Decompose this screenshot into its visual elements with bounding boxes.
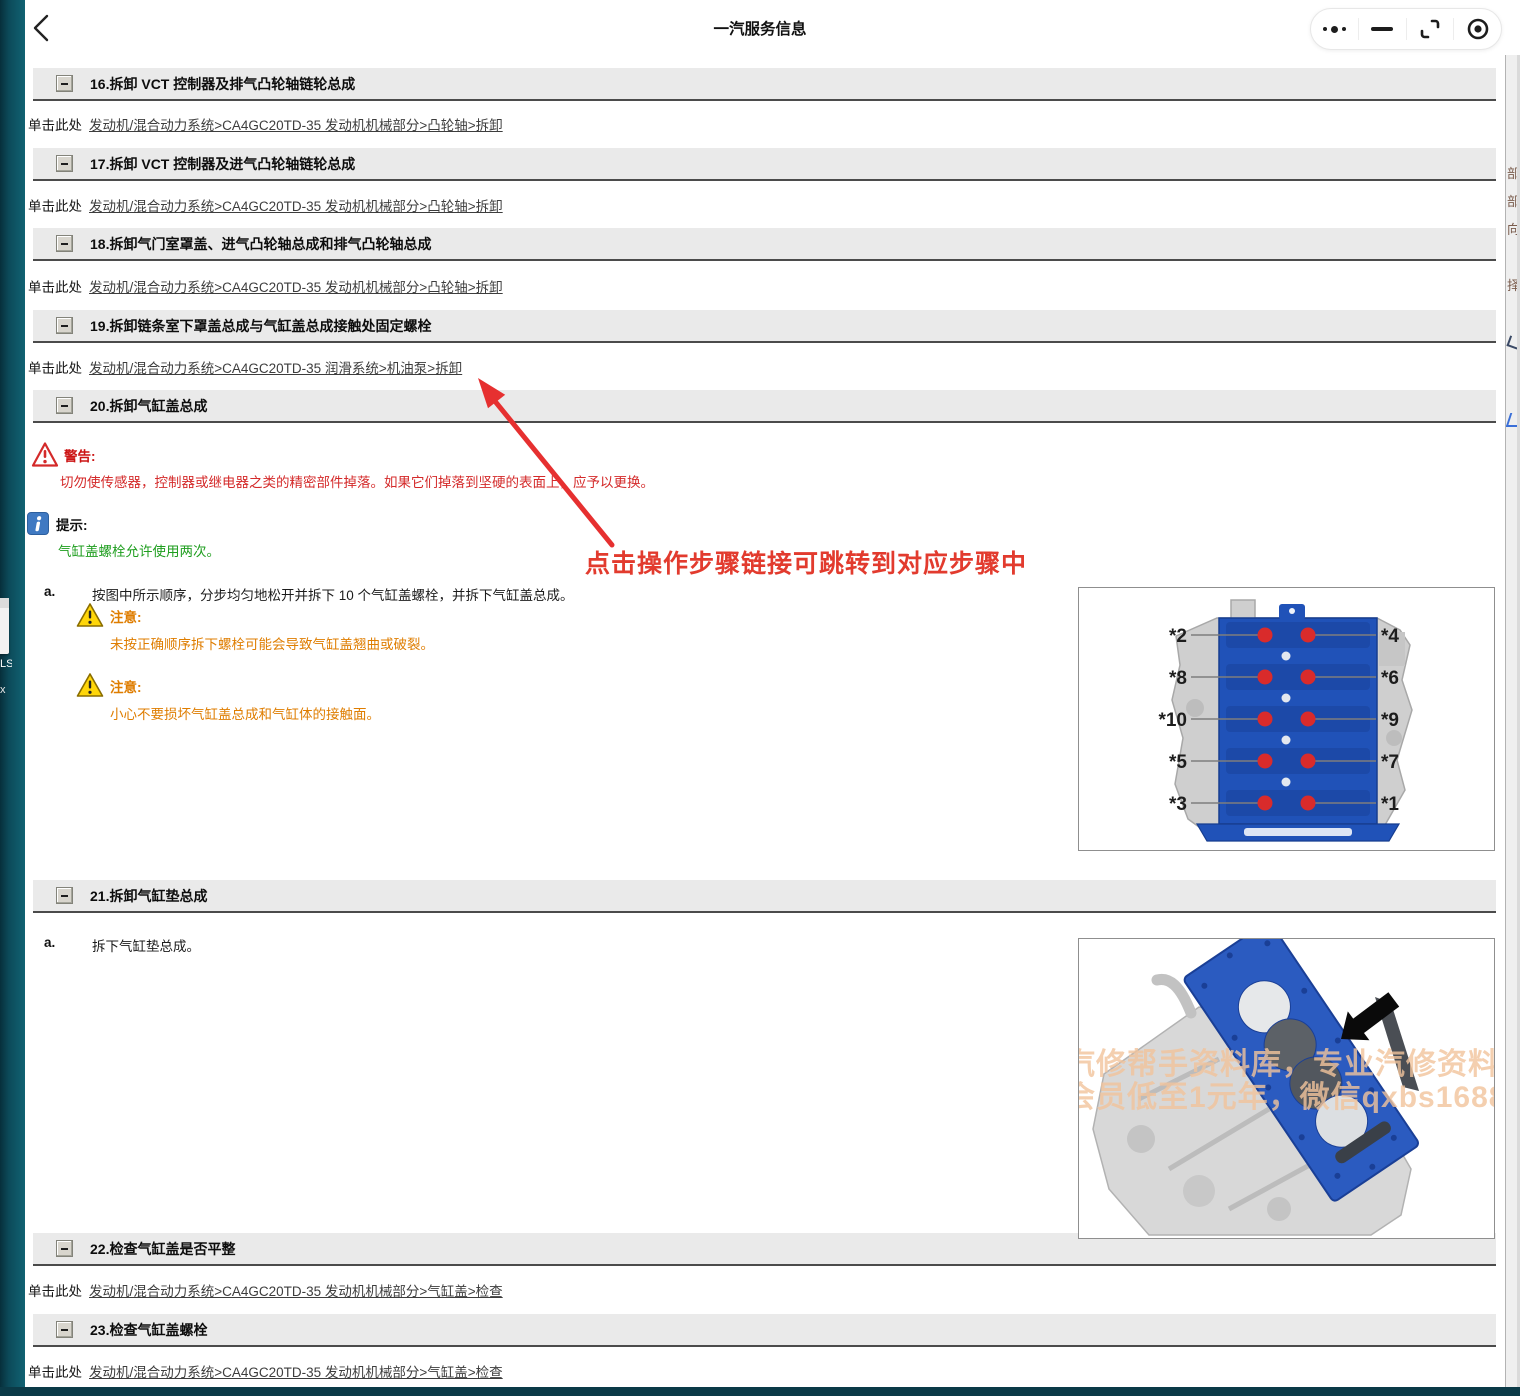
warning-label: 警告:	[64, 449, 96, 464]
section-title: 18.拆卸气门室罩盖、进气凸轮轴总成和排气凸轮轴总成	[90, 235, 432, 252]
section-header-19[interactable]: 19.拆卸链条室下罩盖总成与气缸盖总成接触处固定螺栓	[33, 310, 1496, 343]
procedure-link[interactable]: 发动机/混合动力系统>CA4GC20TD-35 发动机机械部分>凸轮轴>拆卸	[89, 280, 503, 295]
step-letter: a.	[44, 935, 56, 950]
bolt-label: *6	[1381, 668, 1399, 689]
bolt-label: *8	[1169, 668, 1187, 689]
chevron-left-icon	[33, 14, 49, 42]
head-gasket-figure: 汽修帮手资料库，专业汽修资料库 会员低至1元年，微信qxbs1688	[1078, 938, 1495, 1239]
desktop-background-left	[0, 0, 25, 1396]
desktop-file-label: LS	[0, 658, 12, 670]
section-title: 23.检查气缸盖螺栓	[90, 1321, 208, 1338]
procedure-link[interactable]: 发动机/混合动力系统>CA4GC20TD-35 发动机机械部分>气缸盖>检查	[89, 1365, 503, 1380]
watermark-line2: 会员低至1元年，微信qxbs1688	[1078, 1081, 1495, 1114]
annotation-text: 点击操作步骤链接可跳转到对应步骤中	[585, 550, 1028, 578]
link-row-16: 单击此处 发动机/混合动力系统>CA4GC20TD-35 发动机机械部分>凸轮轴>…	[28, 114, 503, 134]
background-window-strip: 部 部 向 择	[1505, 55, 1520, 1387]
link-prefix: 单击此处	[28, 280, 82, 295]
step-text: 拆下气缸垫总成。	[92, 939, 200, 954]
minimize-icon	[1371, 27, 1394, 31]
section-header-18[interactable]: 18.拆卸气门室罩盖、进气凸轮轴总成和排气凸轮轴总成	[33, 228, 1496, 261]
window-capsule-controls	[1310, 8, 1502, 50]
section-title: 21.拆卸气缸垫总成	[90, 887, 208, 904]
tip-label: 提示:	[56, 518, 88, 533]
caution-label: 注意:	[110, 680, 142, 695]
collapse-icon[interactable]	[56, 317, 73, 334]
more-button[interactable]	[1311, 9, 1358, 49]
section-title: 16.拆卸 VCT 控制器及排气凸轮轴链轮总成	[90, 75, 356, 92]
section-header-23[interactable]: 23.检查气缸盖螺栓	[33, 1314, 1496, 1347]
procedure-link[interactable]: 发动机/混合动力系统>CA4GC20TD-35 发动机机械部分>凸轮轴>拆卸	[89, 199, 503, 214]
section-header-20[interactable]: 20.拆卸气缸盖总成	[33, 390, 1496, 423]
bolt-label: *10	[1158, 710, 1187, 731]
procedure-link[interactable]: 发动机/混合动力系统>CA4GC20TD-35 发动机机械部分>凸轮轴>拆卸	[89, 118, 503, 133]
collapse-icon[interactable]	[56, 235, 73, 252]
desktop-file-label2: x	[0, 684, 6, 696]
bolt-label: *2	[1169, 626, 1187, 647]
link-prefix: 单击此处	[28, 1365, 82, 1380]
link-prefix: 单击此处	[28, 1284, 82, 1299]
bolt-label: *7	[1381, 752, 1399, 773]
restore-button[interactable]	[1407, 9, 1454, 49]
record-button[interactable]	[1454, 9, 1501, 49]
desktop-file-icon-fold	[0, 598, 9, 608]
link-prefix: 单击此处	[28, 118, 82, 133]
section-header-16[interactable]: 16.拆卸 VCT 控制器及排气凸轮轴链轮总成	[33, 68, 1496, 101]
link-row-18: 单击此处 发动机/混合动力系统>CA4GC20TD-35 发动机机械部分>凸轮轴>…	[28, 276, 503, 296]
page-title: 一汽服务信息	[713, 21, 807, 38]
collapse-icon[interactable]	[56, 155, 73, 172]
caution-label: 注意:	[110, 610, 142, 625]
link-row-17: 单击此处 发动机/混合动力系统>CA4GC20TD-35 发动机机械部分>凸轮轴>…	[28, 195, 503, 215]
bolt-label: *3	[1169, 794, 1187, 815]
more-icon	[1322, 25, 1346, 33]
link-prefix: 单击此处	[28, 361, 82, 376]
link-prefix: 单击此处	[28, 199, 82, 214]
collapse-icon[interactable]	[56, 1240, 73, 1257]
section-title: 19.拆卸链条室下罩盖总成与气缸盖总成接触处固定螺栓	[90, 317, 432, 334]
section-header-21[interactable]: 21.拆卸气缸垫总成	[33, 880, 1496, 913]
procedure-link[interactable]: 发动机/混合动力系统>CA4GC20TD-35 发动机机械部分>气缸盖>检查	[89, 1284, 503, 1299]
bolt-label: *9	[1381, 710, 1399, 731]
restore-icon	[1420, 19, 1440, 39]
link-row-22: 单击此处 发动机/混合动力系统>CA4GC20TD-35 发动机机械部分>气缸盖>…	[28, 1280, 503, 1300]
caution-text: 未按正确顺序拆下螺栓可能会导致气缸盖翘曲或破裂。	[110, 637, 434, 652]
bolt-label: *5	[1169, 752, 1187, 773]
caution-text: 小心不要损坏气缸盖总成和气缸体的接触面。	[110, 707, 380, 722]
bolt-label: *1	[1381, 794, 1399, 815]
desktop-background-bottom	[0, 1387, 1520, 1396]
step-letter: a.	[44, 584, 56, 599]
caution-triangle-icon	[76, 673, 104, 697]
bolt-label: *4	[1381, 626, 1399, 647]
collapse-icon[interactable]	[56, 1321, 73, 1338]
warning-text: 切勿使传感器，控制器或继电器之类的精密部件掉落。如果它们掉落到坚硬的表面上，应予…	[60, 475, 654, 490]
tip-text: 气缸盖螺栓允许使用两次。	[58, 544, 220, 559]
section-title: 20.拆卸气缸盖总成	[90, 397, 208, 414]
section-title: 17.拆卸 VCT 控制器及进气凸轮轴链轮总成	[90, 155, 356, 172]
record-icon	[1467, 18, 1488, 40]
warning-triangle-icon	[31, 442, 59, 467]
section-title: 22.检查气缸盖是否平整	[90, 1240, 236, 1257]
procedure-link[interactable]: 发动机/混合动力系统>CA4GC20TD-35 润滑系统>机油泵>拆卸	[89, 361, 462, 376]
minimize-button[interactable]	[1359, 9, 1406, 49]
engine-bolt-diagram: *2 *8 *10 *5 *3 *4 *6 *9 *7 *1	[1158, 599, 1413, 842]
back-button[interactable]	[28, 12, 58, 44]
info-icon	[27, 512, 49, 535]
section-header-17[interactable]: 17.拆卸 VCT 控制器及进气凸轮轴链轮总成	[33, 148, 1496, 181]
collapse-icon[interactable]	[56, 397, 73, 414]
link-row-23: 单击此处 发动机/混合动力系统>CA4GC20TD-35 发动机机械部分>气缸盖>…	[28, 1361, 503, 1381]
link-row-19: 单击此处 发动机/混合动力系统>CA4GC20TD-35 润滑系统>机油泵>拆卸	[28, 357, 462, 377]
bolt-order-figure: *2 *8 *10 *5 *3 *4 *6 *9 *7 *1	[1078, 587, 1495, 851]
collapse-icon[interactable]	[56, 75, 73, 92]
collapse-icon[interactable]	[56, 887, 73, 904]
caution-triangle-icon	[76, 603, 104, 627]
step-text: 按图中所示顺序，分步均匀地松开并拆下 10 个气缸盖螺栓，并拆下气缸盖总成。	[92, 588, 574, 603]
